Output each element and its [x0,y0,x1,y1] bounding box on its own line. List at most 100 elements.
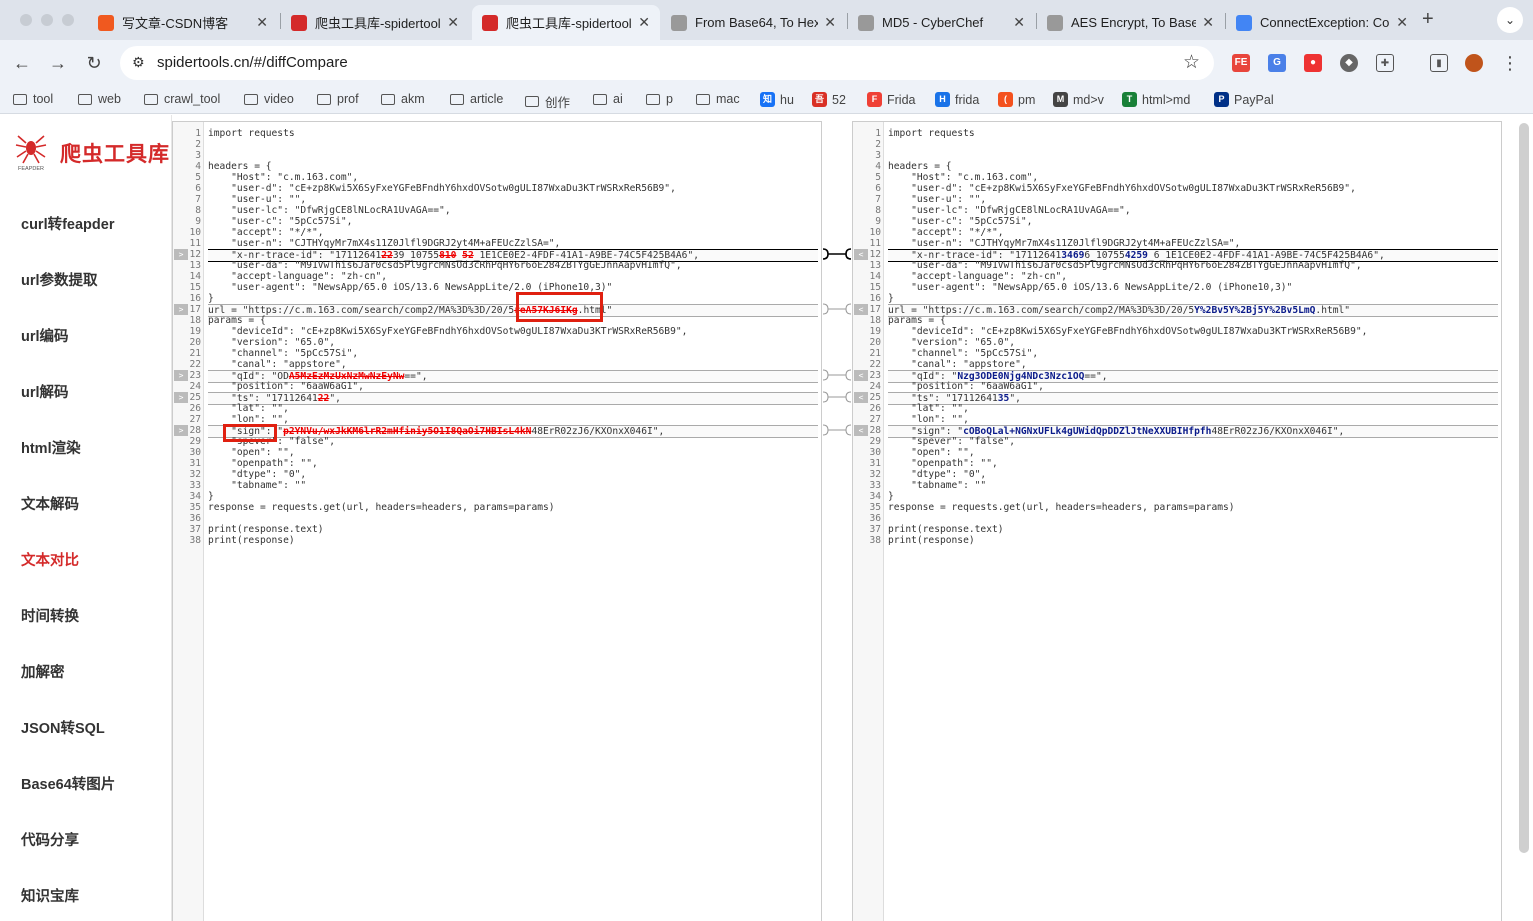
code-line[interactable]: 3 [173,150,821,161]
fe-helper-extension-icon[interactable]: FE [1232,54,1250,72]
code-line[interactable]: 21 "channel": "5pCc57Si", [853,348,1501,359]
code-line[interactable]: 2 [173,139,821,150]
code-line[interactable]: 36 [853,513,1501,524]
code-line[interactable]: 26 "lat": "", [173,403,821,414]
tab-close-icon[interactable]: ✕ [256,14,268,31]
code-line[interactable]: 4 headers = { [853,161,1501,172]
record-extension-icon[interactable]: ● [1304,54,1322,72]
tab-close-icon[interactable]: ✕ [638,14,650,31]
merge-arrow-icon[interactable]: > [174,304,188,315]
browser-menu-icon[interactable]: ⋮ [1497,50,1523,76]
bookmark-mac-10[interactable]: mac [696,92,740,106]
code-line[interactable]: 1 import requests [173,128,821,139]
bookmark--7[interactable]: 创作 [525,92,570,111]
merge-arrow-icon[interactable]: < [854,304,868,315]
bookmark-article-6[interactable]: article [450,92,503,106]
code-line[interactable]: 1 import requests [853,128,1501,139]
sidebar-item-8[interactable]: 加解密 [21,661,65,682]
code-line[interactable]: 13 "user-da": "M91VwThis6Jar0csd5Pl9grcM… [173,260,821,271]
sidebar-item-7[interactable]: 时间转换 [21,605,79,626]
code-line[interactable]: 10 "accept": "*/*", [853,227,1501,238]
code-line[interactable]: 8 "user-lc": "DfwRjgCE8lNLocRA1UvAGA==", [853,205,1501,216]
code-line[interactable]: 25 < "ts": "1711264135", [853,392,1501,405]
code-line[interactable]: 33 "tabname": "" [173,480,821,491]
code-line[interactable]: 34} [173,491,821,502]
site-logo[interactable]: FEAPDER 爬虫工具库 [14,133,170,173]
address-bar[interactable]: ⚙ spidertools.cn/#/diffCompare ☆ [120,46,1214,80]
code-line[interactable]: 38 print(response) [173,535,821,546]
profile-avatar[interactable] [1465,54,1483,72]
site-info-icon[interactable]: ⚙ [132,54,145,71]
code-line[interactable]: 21 "channel": "5pCc57Si", [173,348,821,359]
side-panel-icon[interactable]: ▮ [1430,54,1448,72]
code-line[interactable]: 22 "canal": "appstore", [853,359,1501,370]
bookmark-frida-14[interactable]: Hfrida [935,92,979,107]
code-line[interactable]: 37 print(response.text) [853,524,1501,535]
code-line[interactable]: 23 > "qId": "ODA5MzEzMzUxNzMwNzEyNw==", [173,370,821,383]
diff-right-pane[interactable]: 1 import requests 2 3 4 headers = {5 "Host": … [852,121,1502,921]
code-line[interactable]: 18 params = { [853,315,1501,326]
close-window-button[interactable] [20,14,32,26]
tab-close-icon[interactable]: ✕ [447,14,459,31]
tab-close-icon[interactable]: ✕ [824,14,836,31]
code-line[interactable]: 35 response = requests.get(url, headers=h… [173,502,821,513]
bookmark-PayPal-18[interactable]: P PayPal [1214,92,1274,107]
code-line[interactable]: 16} [173,293,821,304]
bookmark-hu-11[interactable]: 知 hu [760,92,794,107]
code-line[interactable]: 5 "Host": "c.m.163.com", [853,172,1501,183]
bookmark-star-icon[interactable]: ☆ [1183,51,1200,74]
code-line[interactable]: 19 "deviceId": "cE+zp8Kwi5X6SyFxeYGFeBFn… [853,326,1501,337]
left-code[interactable]: 1 import requests 2 3 4 headers = {5 "Host": … [173,128,821,546]
new-tab-button[interactable]: + [1422,8,1434,31]
bookmark-web-1[interactable]: web [78,92,121,106]
code-line[interactable]: 6 "user-d": "cE+zp8Kwi5X6SyFxeYGFeBFndhY… [853,183,1501,194]
shield-extension-icon[interactable]: ◆ [1340,54,1358,72]
code-line[interactable]: 7 "user-u": "", [853,194,1501,205]
merge-arrow-icon[interactable]: < [854,425,868,436]
code-line[interactable]: 31 "openpath": "", [853,458,1501,469]
code-line[interactable]: 15 "user-agent": "NewsApp/65.0 iOS/13.6 … [173,282,821,293]
code-line[interactable]: 7 "user-u": "", [173,194,821,205]
tab-2[interactable]: 爬虫工具库-spidertools ✕ [281,5,469,40]
code-line[interactable]: 9 "user-c": "5pCc57Si", [173,216,821,227]
code-line[interactable]: 35 response = requests.get(url, headers=h… [853,502,1501,513]
code-line[interactable]: 27 "lon": "", [853,414,1501,425]
code-line[interactable]: 6 "user-d": "cE+zp8Kwi5X6SyFxeYGFeBFndhY… [173,183,821,194]
code-line[interactable]: 9 "user-c": "5pCc57Si", [853,216,1501,227]
code-line[interactable]: 34} [853,491,1501,502]
code-line[interactable]: 11 "user-n": "CJTHYqyMr7mX4s11Z0Jlfl9DGR… [173,238,821,249]
merge-arrow-icon[interactable]: < [854,370,868,381]
code-line[interactable]: 12 < "x-nr-trace-id": "1711264134696_1075… [853,249,1501,262]
bookmark-crawltool-2[interactable]: crawl_tool [144,92,220,106]
bookmark-prof-4[interactable]: prof [317,92,359,106]
code-line[interactable]: 18 params = { [173,315,821,326]
code-line[interactable]: 5 "Host": "c.m.163.com", [173,172,821,183]
code-line[interactable]: 4 headers = { [173,161,821,172]
tab-close-icon[interactable]: ✕ [1396,14,1408,31]
sidebar-item-0[interactable]: curl转feapder [21,213,114,234]
code-line[interactable]: 30 "open": "", [853,447,1501,458]
right-code[interactable]: 1 import requests 2 3 4 headers = {5 "Host": … [853,128,1501,546]
bookmark-p-9[interactable]: p [646,92,673,106]
sidebar-item-6[interactable]: 文本对比 [21,549,79,570]
code-line[interactable]: 22 "canal": "appstore", [173,359,821,370]
tab-4[interactable]: From Base64, To Hex ✕ [661,5,846,40]
zoom-window-button[interactable] [62,14,74,26]
tab-close-icon[interactable]: ✕ [1013,14,1025,31]
bookmark-htmlmd-17[interactable]: Thtml>md [1122,92,1190,107]
code-line[interactable]: 32 "dtype": "0", [853,469,1501,480]
merge-arrow-icon[interactable]: > [174,370,188,381]
bookmark-pm-15[interactable]: (pm [998,92,1035,107]
bookmark-Frida-13[interactable]: F Frida [867,92,915,107]
code-line[interactable]: 38 print(response) [853,535,1501,546]
code-line[interactable]: 25 > "ts": "1711264122", [173,392,821,405]
code-line[interactable]: 15 "user-agent": "NewsApp/65.0 iOS/13.6 … [853,282,1501,293]
code-line[interactable]: 19 "deviceId": "cE+zp8Kwi5X6SyFxeYGFeBFn… [173,326,821,337]
code-line[interactable]: 10 "accept": "*/*", [173,227,821,238]
tab-5[interactable]: MD5 - CyberChef ✕ [848,5,1035,40]
tab-3[interactable]: 爬虫工具库-spidertools ✕ [472,5,660,40]
tab-search-button[interactable]: ⌄ [1497,7,1523,33]
merge-arrow-icon[interactable]: > [174,392,188,403]
code-line[interactable]: 36 [173,513,821,524]
code-line[interactable]: 30 "open": "", [173,447,821,458]
